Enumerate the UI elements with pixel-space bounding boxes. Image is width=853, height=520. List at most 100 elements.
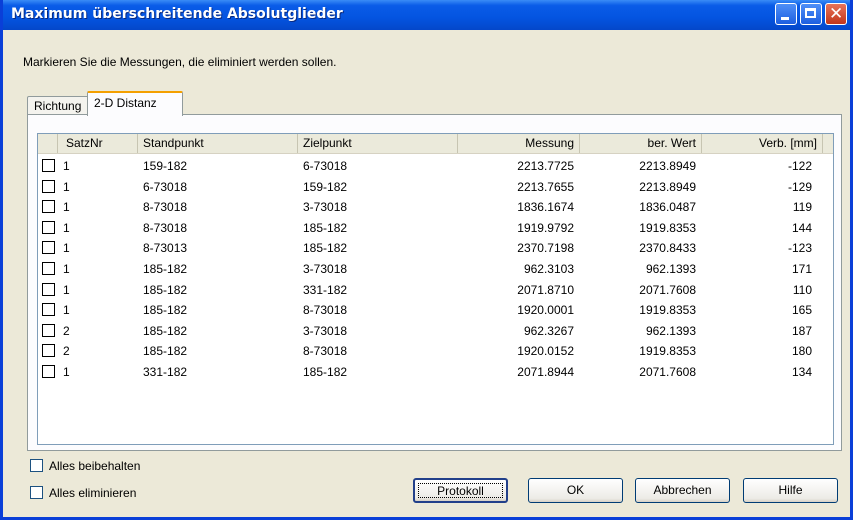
cell-zielpunkt: 159-182 [303,179,348,194]
column-header-zielpunkt[interactable]: Zielpunkt [298,134,458,153]
cell-standpunkt: 185-182 [143,261,188,276]
row-checkbox[interactable] [42,303,55,317]
cell-satznr: 2 [63,344,70,359]
cell-satznr: 1 [63,282,70,297]
cell-messung: 1836.1674 [517,200,574,215]
cell-zielpunkt: 3-73018 [303,323,348,338]
table-row[interactable]: 1 185-182 331-182 2071.8710 2071.7608 110 [38,280,833,301]
keep-all-checkbox[interactable] [30,459,43,472]
column-header-messung[interactable]: Messung [458,134,580,153]
cell-verb: 110 [792,282,812,297]
measurements-list[interactable]: SatzNr Standpunkt Zielpunkt Messung ber.… [37,133,834,445]
cell-messung: 962.3103 [523,261,574,276]
tab-richtung[interactable]: Richtung [27,96,93,115]
maximize-button[interactable] [800,3,822,25]
eliminate-all-checkbox[interactable] [30,486,43,499]
title-bar[interactable]: Maximum überschreitende Absolutglieder ✕ [3,0,850,30]
cell-ber-wert: 1836.0487 [639,200,696,215]
minimize-icon [781,17,789,20]
cell-verb: 180 [791,344,812,359]
cell-verb: 187 [791,323,812,338]
row-checkbox[interactable] [42,261,55,275]
cell-verb: -122 [787,159,812,173]
cell-messung: 2071.8710 [517,282,574,297]
row-checkbox[interactable] [42,159,55,172]
table-row[interactable]: 1 331-182 185-182 2071.8944 2071.7608 134 [38,362,833,383]
cell-ber-wert: 1919.8353 [639,220,696,235]
table-row[interactable]: 1 6-73018 159-182 2213.7655 2213.8949 -129 [38,177,833,198]
cell-zielpunkt: 8-73018 [303,344,348,359]
maximize-icon [805,8,816,18]
dialog-window: Maximum überschreitende Absolutglieder ✕… [0,0,853,520]
close-icon: ✕ [829,4,844,24]
row-checkbox[interactable] [42,344,55,358]
cell-satznr: 2 [63,323,70,338]
row-checkbox[interactable] [42,241,55,255]
cell-zielpunkt: 331-182 [303,282,348,297]
close-button[interactable]: ✕ [825,3,847,25]
cell-messung: 2370.7198 [517,241,574,256]
minimize-button[interactable] [775,3,797,25]
row-checkbox[interactable] [42,220,55,234]
column-header-check[interactable] [38,134,58,153]
table-row[interactable]: 1 159-182 6-73018 2213.7725 2213.8949 -122 [38,156,833,177]
cell-satznr: 1 [63,241,70,256]
cell-ber-wert: 2213.8949 [639,179,696,194]
window-title: Maximum überschreitende Absolutglieder [11,6,343,22]
protokoll-button[interactable]: Protokoll [413,478,508,503]
column-header-verb[interactable]: Verb. [mm] [702,134,823,153]
help-button[interactable]: Hilfe [743,478,838,503]
cell-satznr: 1 [63,159,70,173]
table-row[interactable]: 2 185-182 3-73018 962.3267 962.1393 187 [38,321,833,342]
cell-satznr: 1 [63,261,70,276]
cell-messung: 2213.7655 [517,179,574,194]
cell-standpunkt: 185-182 [143,303,188,318]
table-row[interactable]: 1 185-182 3-73018 962.3103 962.1393 171 [38,259,833,280]
cell-ber-wert: 2213.8949 [639,159,696,173]
cell-messung: 1920.0152 [517,344,574,359]
cell-ber-wert: 2370.8433 [639,241,696,256]
tab-2d-distanz[interactable]: 2-D Distanz [87,91,183,116]
cell-messung: 2213.7725 [517,159,574,173]
row-checkbox[interactable] [42,179,55,193]
cell-standpunkt: 185-182 [143,282,188,297]
row-checkbox[interactable] [42,323,55,337]
cell-ber-wert: 1919.8353 [639,344,696,359]
cell-messung: 1920.0001 [517,303,574,318]
table-row[interactable]: 2 185-182 8-73018 1920.0152 1919.8353 180 [38,341,833,362]
table-row[interactable]: 1 185-182 8-73018 1920.0001 1919.8353 165 [38,300,833,321]
cell-zielpunkt: 8-73018 [303,303,348,318]
cell-zielpunkt: 185-182 [303,241,348,256]
cell-standpunkt: 159-182 [143,159,188,173]
table-row[interactable]: 1 8-73018 3-73018 1836.1674 1836.0487 119 [38,197,833,218]
list-rows: 1 159-182 6-73018 2213.7725 2213.8949 -122 1 6… [38,156,833,383]
cell-verb: 134 [791,364,812,379]
cancel-button[interactable]: Abbrechen [635,478,730,503]
cell-ber-wert: 2071.7608 [639,282,696,297]
cell-standpunkt: 6-73018 [143,179,188,194]
cell-standpunkt: 331-182 [143,364,188,379]
cell-satznr: 1 [63,179,70,194]
cell-standpunkt: 185-182 [143,323,188,338]
column-header-satznr[interactable]: SatzNr [58,134,138,153]
cell-messung: 962.3267 [523,323,574,338]
ok-button[interactable]: OK [528,478,623,503]
cell-satznr: 1 [63,364,70,379]
row-checkbox[interactable] [42,282,55,296]
cell-standpunkt: 8-73018 [143,200,188,215]
cell-ber-wert: 1919.8353 [639,303,696,318]
cell-ber-wert: 2071.7608 [639,364,696,379]
row-checkbox[interactable] [42,364,55,378]
cell-verb: -123 [787,241,812,256]
table-row[interactable]: 1 8-73018 185-182 1919.9792 1919.8353 144 [38,218,833,239]
column-header-standpunkt[interactable]: Standpunkt [138,134,298,153]
instruction-text: Markieren Sie die Messungen, die elimini… [23,55,337,69]
cell-satznr: 1 [63,303,70,318]
table-row[interactable]: 1 8-73013 185-182 2370.7198 2370.8433 -123 [38,238,833,259]
focus-rect [418,483,503,498]
column-header-ber-wert[interactable]: ber. Wert [580,134,702,153]
row-checkbox[interactable] [42,200,55,214]
cell-zielpunkt: 185-182 [303,220,348,235]
cell-verb: 119 [792,200,812,215]
cell-verb: -129 [787,179,812,194]
